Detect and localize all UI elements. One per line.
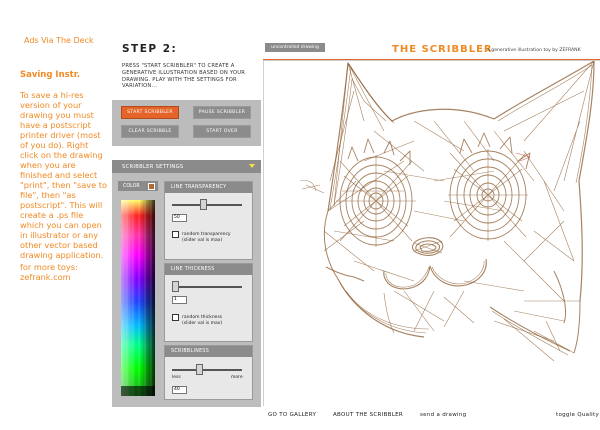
pause-scribbler-button[interactable]: PAUSE SCRIBBLER [193, 106, 251, 119]
slider-knob[interactable] [172, 281, 179, 292]
slider-knob[interactable] [200, 199, 207, 210]
more-toys-label: for more toys: [20, 262, 78, 272]
random-transparency-label-line1: random transparency [182, 232, 231, 237]
color-palette[interactable] [121, 200, 155, 396]
scribble-drawing [299, 60, 595, 362]
less-label: less [172, 375, 181, 380]
chevron-down-icon[interactable] [249, 164, 255, 168]
line-thickness-panel: LINE THICKNESS 1 random thickness (slide… [164, 263, 253, 342]
color-header: COLOR [118, 181, 158, 191]
line-transparency-panel: LINE TRANSPARENCY 50 random transparency… [164, 181, 253, 260]
step-instructions: PRESS "START SCRIBBLER" TO CREATE A GENE… [122, 63, 246, 90]
send-drawing-link[interactable]: send a drawing [420, 412, 466, 418]
line-thickness-value[interactable]: 1 [172, 296, 187, 304]
settings-header[interactable]: SCRIBBLER SETTINGS [112, 160, 261, 173]
line-transparency-slider[interactable] [172, 199, 242, 210]
start-over-button[interactable]: START OVER [193, 125, 251, 138]
control-buttons-panel: START SCRIBBLER PAUSE SCRIBBLER CLEAR SC… [112, 100, 261, 146]
scribbliness-panel: SCRIBBLINESS less more 40 [164, 345, 253, 400]
toggle-quality-link[interactable]: toggle Quality [556, 412, 599, 418]
more-label: more [231, 375, 243, 380]
settings-header-label: SCRIBBLER SETTINGS [122, 163, 184, 170]
gallery-link[interactable]: GO TO GALLERY [268, 412, 316, 418]
start-scribbler-button[interactable]: START SCRIBBLER [121, 106, 179, 119]
scribbliness-label: SCRIBBLINESS [165, 346, 252, 357]
app-subtitle: a generative illustration toy by ZEFRANK [487, 48, 581, 53]
line-thickness-label: LINE THICKNESS [165, 264, 252, 275]
random-transparency-label-line2: (slider val is max) [182, 237, 223, 243]
step-title: STEP 2: [122, 43, 178, 55]
canvas-divider [263, 59, 600, 60]
current-color-swatch [148, 183, 155, 190]
color-label: COLOR [123, 183, 140, 189]
slider-knob[interactable] [196, 364, 203, 375]
random-thickness-label: random thickness (slider val is max) [182, 315, 222, 327]
random-transparency-label: random transparency (slider val is max) [182, 232, 231, 244]
app-title: THE SCRIBBLER [392, 44, 493, 55]
zefrank-link[interactable]: zefrank.com [20, 272, 108, 282]
saving-instructions: To save a hi-res version of your drawing… [20, 90, 107, 260]
random-thickness-label-line1: random thickness [182, 315, 223, 320]
drawing-canvas[interactable] [263, 60, 600, 406]
uncontrolled-drawing-button[interactable]: uncontrolled drawing [265, 43, 325, 52]
line-thickness-slider[interactable] [172, 281, 242, 292]
saving-title: Saving Instr. [20, 70, 80, 80]
line-transparency-value[interactable]: 50 [172, 214, 187, 222]
line-transparency-label: LINE TRANSPARENCY [165, 182, 252, 193]
more-toys: for more toys: zefrank.com [20, 262, 108, 282]
scribbliness-value[interactable]: 40 [172, 386, 187, 394]
random-transparency-checkbox[interactable] [172, 231, 179, 238]
about-link[interactable]: ABOUT THE SCRIBBLER [333, 412, 403, 418]
clear-scribble-button[interactable]: CLEAR SCRIBBLE [121, 125, 179, 138]
random-thickness-checkbox[interactable] [172, 314, 179, 321]
ads-link[interactable]: Ads Via The Deck [24, 36, 94, 45]
random-thickness-label-line2: (slider val is max) [182, 320, 223, 326]
scribbliness-slider[interactable] [172, 364, 242, 375]
